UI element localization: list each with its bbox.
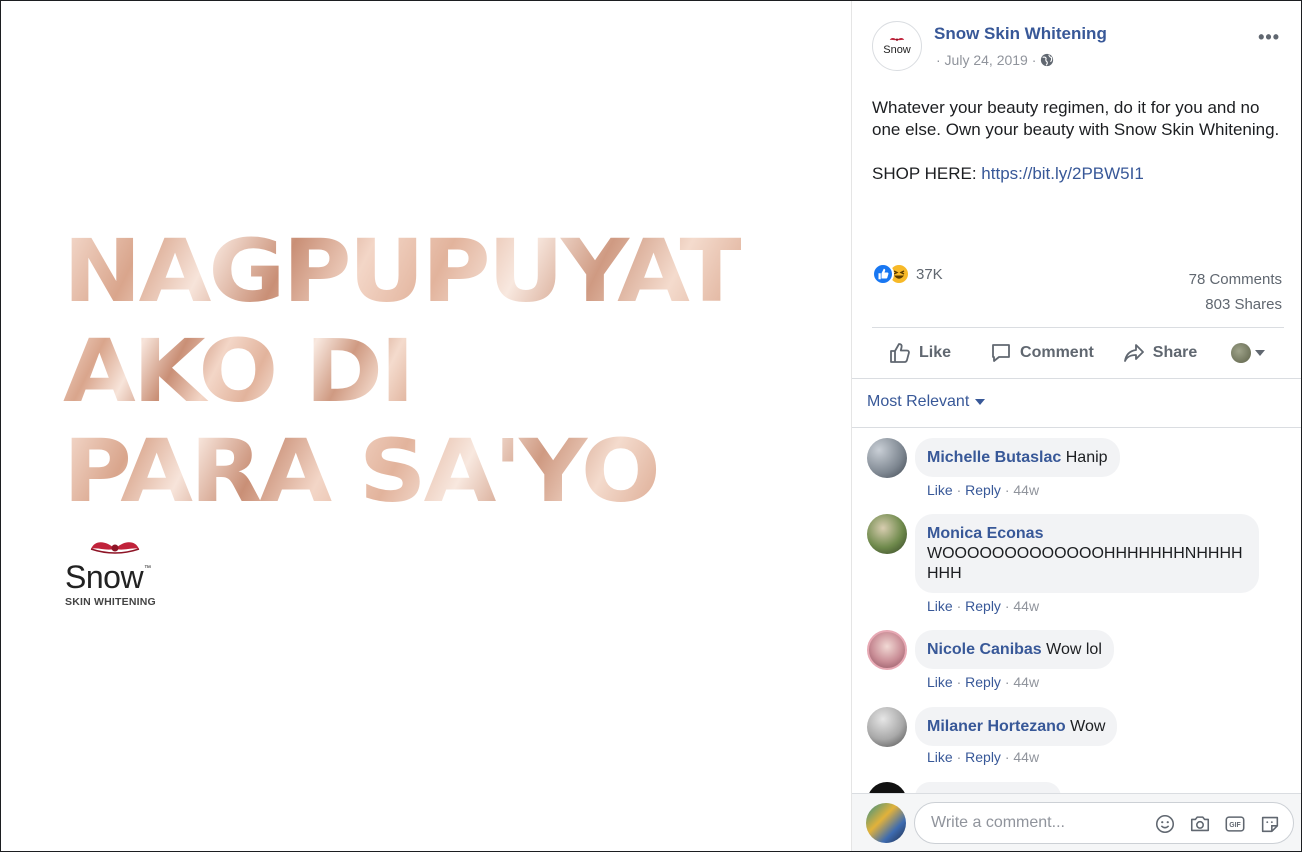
like-reaction-icon [872, 263, 894, 285]
logo-word: Snow [65, 559, 144, 595]
comment-text: WOOOOOOOOOOOOOHHHHHHHNHHHHHHH [927, 545, 1243, 582]
current-user-avatar[interactable] [866, 803, 906, 843]
comment-input-placeholder: Write a comment... [931, 814, 1065, 831]
comment-time[interactable]: 44w [1013, 598, 1039, 614]
comment-reply-link[interactable]: Reply [965, 482, 1001, 498]
facebook-photo-viewer: NAGPUPUYAT AKO DI PARA SA'YO Snow™ SKIN … [0, 0, 1302, 852]
engagement-stats: 78 Comments 803 Shares [1189, 267, 1282, 317]
comment-sort-dropdown[interactable]: Most Relevant [867, 393, 986, 411]
headline-line-2: AKO DI [63, 321, 415, 422]
comment-actions: Like · Reply · 44w [927, 749, 1040, 765]
comment-reply-link[interactable]: Reply [965, 674, 1001, 690]
profile-avatar [1231, 343, 1252, 363]
shop-link[interactable]: https://bit.ly/2PBW5I1 [981, 164, 1144, 183]
share-arrow-icon [1123, 344, 1144, 362]
share-label: Share [1152, 344, 1198, 361]
comments-count-link[interactable]: 78 Comments [1189, 267, 1282, 292]
comment-reply-link[interactable]: Reply [965, 598, 1001, 614]
comment-text: Wow [1070, 718, 1106, 735]
comment-bubble: Milaner Hortezano Wow [915, 707, 1118, 746]
commenter-name[interactable]: Nicole Canibas [927, 641, 1042, 658]
bow-icon [889, 37, 905, 41]
page-avatar[interactable]: Snow [872, 21, 922, 71]
commenter-avatar[interactable] [867, 630, 907, 670]
comment-bubble-icon [992, 344, 1010, 362]
camera-icon[interactable] [1189, 813, 1211, 835]
comment-time[interactable]: 44w [1013, 749, 1039, 765]
snow-logo: Snow™ SKIN WHITENING [65, 539, 175, 608]
comment-like-link[interactable]: Like [927, 674, 953, 690]
write-comment-input[interactable]: Write a comment... GIF [914, 802, 1294, 844]
comment-time[interactable]: 44w [1013, 482, 1039, 498]
comment-like-link[interactable]: Like [927, 598, 953, 614]
commenter-name[interactable]: Monica Econas [927, 524, 1247, 544]
sort-label: Most Relevant [867, 393, 970, 410]
audience-selector[interactable] [1231, 343, 1266, 363]
shares-count-link[interactable]: 803 Shares [1189, 292, 1282, 317]
comment-actions: Like · Reply · 44w [927, 482, 1040, 498]
post-photo[interactable]: NAGPUPUYAT AKO DI PARA SA'YO Snow™ SKIN … [1, 1, 851, 851]
post-text: Whatever your beauty regimen, do it for … [872, 97, 1284, 207]
post-actions-bar: Like Comment Share [872, 337, 1284, 369]
comment-time[interactable]: 44w [1013, 674, 1039, 690]
avatar-logo-text: Snow [883, 43, 911, 56]
svg-text:GIF: GIF [1229, 822, 1240, 829]
gif-icon[interactable]: GIF [1224, 813, 1246, 835]
headline-line-3: PARA SA'YO [63, 421, 661, 522]
comment-bubble: Monica Econas WOOOOOOOOOOOOOHHHHHHHNHHHH… [915, 514, 1259, 593]
commenter-avatar[interactable] [867, 707, 907, 747]
post-body: Whatever your beauty regimen, do it for … [872, 98, 1280, 139]
post-date[interactable]: · July 24, 2019 · [936, 52, 1036, 68]
page-name-link[interactable]: Snow Skin Whitening [934, 24, 1107, 44]
share-button[interactable]: Share [1122, 341, 1197, 365]
comment-composer: Write a comment... GIF [852, 793, 1301, 851]
commenter-avatar[interactable] [867, 514, 907, 554]
comment-bubble: Michelle Butaslac Hanip [915, 438, 1120, 477]
bow-icon [90, 542, 140, 554]
post-meta: · July 24, 2019 · [936, 52, 1054, 68]
comment-reply-link[interactable]: Reply [965, 749, 1001, 765]
comment-like-link[interactable]: Like [927, 482, 953, 498]
post-panel: Snow Snow Skin Whitening · July 24, 2019… [851, 1, 1301, 851]
reaction-count: 37K [916, 265, 943, 283]
comment-actions: Like · Reply · 44w [927, 674, 1040, 690]
like-button[interactable]: Like [888, 341, 951, 365]
logo-trademark: ™ [144, 565, 151, 572]
logo-subtitle: SKIN WHITENING [65, 596, 156, 608]
commenter-avatar[interactable] [867, 438, 907, 478]
reactions-summary[interactable]: 37K [872, 263, 943, 285]
shop-label: SHOP HERE: [872, 164, 977, 183]
sticker-icon[interactable] [1259, 813, 1281, 835]
like-label: Like [919, 344, 952, 361]
commenter-name[interactable]: Michelle Butaslac [927, 449, 1061, 466]
thumbs-up-icon [890, 343, 910, 363]
chevron-down-icon [975, 399, 986, 405]
divider [852, 378, 1301, 379]
comment-like-link[interactable]: Like [927, 749, 953, 765]
comment-text: Hanip [1065, 449, 1108, 466]
divider [872, 327, 1284, 328]
emoji-icon[interactable] [1154, 813, 1176, 835]
post-header: Snow Snow Skin Whitening · July 24, 2019… [872, 21, 1284, 73]
comment-bubble: Nicole Canibas Wow lol [915, 630, 1114, 669]
comment-actions: Like · Reply · 44w [927, 598, 1040, 614]
headline-line-1: NAGPUPUYAT [63, 221, 744, 322]
more-options-button[interactable]: ••• [1258, 27, 1280, 48]
commenter-name[interactable]: Milaner Hortezano [927, 718, 1066, 735]
comment-text: Wow lol [1046, 641, 1102, 658]
comment-button[interactable]: Comment [989, 341, 1094, 365]
comment-label: Comment [1020, 344, 1094, 361]
chevron-down-icon [1255, 350, 1266, 356]
globe-icon[interactable] [1040, 53, 1054, 67]
divider [852, 427, 1301, 428]
